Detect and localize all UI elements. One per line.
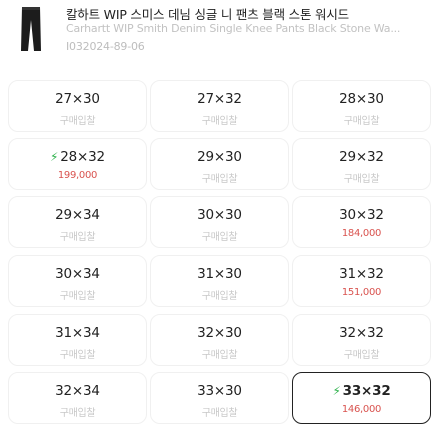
size-text: 31×32 <box>339 266 384 282</box>
bid-label: 구매입찰 <box>343 116 380 127</box>
bid-label: 구매입찰 <box>59 116 96 127</box>
size-text: 27×32 <box>197 91 242 107</box>
size-option[interactable]: ⚡ 33×32 146,000 <box>292 372 431 424</box>
bid-label: 구매입찰 <box>59 232 96 243</box>
size-label: 31×34 <box>9 325 146 341</box>
bid-label: 구매입찰 <box>201 174 238 185</box>
size-label: 30×30 <box>151 207 288 223</box>
size-text: 28×32 <box>60 149 105 165</box>
size-option[interactable]: 29×32 구매입찰 <box>292 138 431 190</box>
size-text: 29×32 <box>339 149 384 165</box>
size-label: 30×34 <box>9 266 146 282</box>
size-option[interactable]: ⚡ 28×32 199,000 <box>8 138 147 190</box>
size-text: 30×34 <box>55 266 100 282</box>
size-label: 27×30 <box>9 91 146 107</box>
size-label: 33×30 <box>151 383 288 399</box>
product-header: 칼하트 WIP 스미스 데님 싱글 니 팬츠 블랙 스톤 워시드 Carhart… <box>0 0 439 62</box>
bid-label: 구매입찰 <box>343 174 380 185</box>
size-text: 30×32 <box>339 207 384 223</box>
size-text: 30×30 <box>197 207 242 223</box>
size-option[interactable]: 29×34 구매입찰 <box>8 196 147 248</box>
size-label: 30×32 <box>293 207 430 223</box>
size-option[interactable]: 28×30 구매입찰 <box>292 80 431 132</box>
bid-label: 구매입찰 <box>201 232 238 243</box>
bid-label: 구매입찰 <box>59 408 96 419</box>
size-text: 27×30 <box>55 91 100 107</box>
size-text: 29×34 <box>55 207 100 223</box>
price-label: 146,000 <box>341 404 382 415</box>
size-label: 27×32 <box>151 91 288 107</box>
size-text: 31×30 <box>197 266 242 282</box>
bid-label: 구매입찰 <box>201 116 238 127</box>
size-option[interactable]: 27×32 구매입찰 <box>150 80 289 132</box>
size-option[interactable]: 33×30 구매입찰 <box>150 372 289 424</box>
size-option[interactable]: 27×30 구매입찰 <box>8 80 147 132</box>
bid-label: 구매입찰 <box>59 291 96 302</box>
size-text: 33×32 <box>342 383 391 399</box>
black-pants-icon <box>8 4 54 54</box>
bid-label: 구매입찰 <box>201 408 238 419</box>
size-text: 31×34 <box>55 325 100 341</box>
bid-label: 구매입찰 <box>201 291 238 302</box>
size-label: 28×30 <box>293 91 430 107</box>
size-option[interactable]: 32×32 구매입찰 <box>292 314 431 366</box>
size-text: 32×32 <box>339 325 384 341</box>
size-label: 32×30 <box>151 325 288 341</box>
size-text: 32×30 <box>197 325 242 341</box>
size-label: 32×32 <box>293 325 430 341</box>
size-label: 29×32 <box>293 149 430 165</box>
size-label: 29×30 <box>151 149 288 165</box>
size-label: 31×32 <box>293 266 430 282</box>
bid-label: 구매입찰 <box>59 350 96 361</box>
bid-label: 구매입찰 <box>343 350 380 361</box>
size-label: ⚡ 33×32 <box>293 383 430 399</box>
size-label: 32×34 <box>9 383 146 399</box>
product-title: 칼하트 WIP 스미스 데님 싱글 니 팬츠 블랙 스톤 워시드 <box>66 7 349 22</box>
size-option[interactable]: 30×34 구매입찰 <box>8 255 147 307</box>
size-label: 31×30 <box>151 266 288 282</box>
bid-label: 구매입찰 <box>201 350 238 361</box>
size-text: 28×30 <box>339 91 384 107</box>
lightning-icon: ⚡ <box>50 150 59 164</box>
size-text: 29×30 <box>197 149 242 165</box>
size-option[interactable]: 31×34 구매입찰 <box>8 314 147 366</box>
size-option[interactable]: 30×30 구매입찰 <box>150 196 289 248</box>
size-option[interactable]: 31×30 구매입찰 <box>150 255 289 307</box>
size-label: 29×34 <box>9 207 146 223</box>
lightning-icon: ⚡ <box>332 384 341 398</box>
size-option[interactable]: 30×32 184,000 <box>292 196 431 248</box>
size-option[interactable]: 29×30 구매입찰 <box>150 138 289 190</box>
product-subtitle: Carhartt WIP Smith Denim Single Knee Pan… <box>66 22 401 35</box>
size-option[interactable]: 31×32 151,000 <box>292 255 431 307</box>
size-label: ⚡ 28×32 <box>9 149 146 165</box>
size-option[interactable]: 32×30 구매입찰 <box>150 314 289 366</box>
price-label: 151,000 <box>341 287 382 298</box>
size-option[interactable]: 32×34 구매입찰 <box>8 372 147 424</box>
product-thumbnail <box>8 4 54 54</box>
size-text: 32×34 <box>55 383 100 399</box>
price-label: 199,000 <box>57 170 98 181</box>
size-text: 33×30 <box>197 383 242 399</box>
price-label: 184,000 <box>341 228 382 239</box>
product-code: I032024-89-06 <box>66 40 145 53</box>
